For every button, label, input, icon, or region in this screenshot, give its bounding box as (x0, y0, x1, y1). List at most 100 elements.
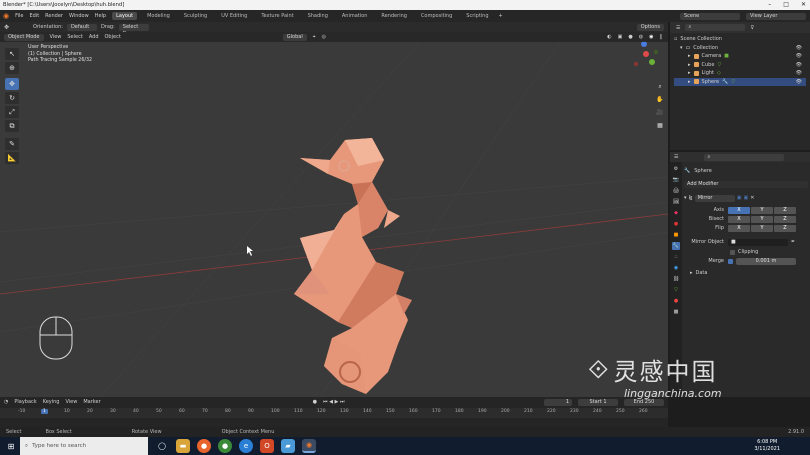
select-tool-icon[interactable]: ↖ (5, 48, 19, 60)
scene-selector[interactable]: Scene (680, 12, 740, 20)
tab-rendering[interactable]: Rendering (377, 12, 411, 20)
grid-toggle-icon[interactable]: ▦ (655, 121, 665, 131)
shading-solid-icon[interactable]: ● (628, 34, 632, 40)
timeline-menu-keying[interactable]: Keying (43, 399, 60, 405)
tool-tab-icon[interactable]: ⚙ (672, 165, 680, 173)
snap-icon[interactable]: ⌖ (313, 34, 316, 40)
timeline-menu-view[interactable]: View (65, 399, 77, 405)
annotate-tool-icon[interactable]: ✎ (5, 138, 19, 150)
menu-file[interactable]: File (15, 13, 23, 19)
file-explorer-icon[interactable]: ▬ (176, 439, 190, 453)
transform-orientation-dropdown[interactable]: Global (282, 33, 307, 41)
visibility-eye-icon[interactable]: 👁 (796, 70, 802, 76)
drag-dropdown[interactable]: Select Box (118, 23, 149, 37)
viewport-menu-object[interactable]: Object (105, 34, 121, 40)
data-subpanel[interactable]: ▸ Data (684, 270, 808, 276)
orientation-dropdown[interactable]: Default (66, 23, 97, 31)
mirror-object-field[interactable]: ■ (728, 238, 788, 246)
chevron-right-icon[interactable]: ▸ (690, 270, 693, 276)
eyedropper-icon[interactable]: ✒ (791, 239, 795, 245)
view-layer-tab-icon[interactable]: 🖼 (672, 198, 680, 206)
cursor-tool-icon[interactable]: ⊕ (5, 62, 19, 74)
physics-tab-icon[interactable]: ◉ (672, 264, 680, 272)
chevron-down-icon[interactable]: ▾ (680, 45, 683, 51)
tab-shading[interactable]: Shading (304, 12, 332, 20)
bisect-y-toggle[interactable]: Y (751, 215, 773, 223)
playback-controls[interactable]: ⏮ ◀ ▶ ⏭ (323, 399, 344, 405)
current-frame-input[interactable]: 1 (544, 398, 572, 406)
menu-render[interactable]: Render (45, 13, 63, 19)
flip-y-toggle[interactable]: Y (751, 224, 773, 232)
shading-material-icon[interactable]: ◍ (639, 34, 643, 40)
modifier-tab-icon[interactable]: 🔧 (672, 242, 680, 250)
shading-rendered-icon[interactable]: ◉ (649, 34, 653, 40)
edit-mode-toggle-icon[interactable]: ▣ (737, 195, 742, 201)
record-icon[interactable]: ● (313, 399, 317, 405)
bisect-x-toggle[interactable]: X (728, 215, 750, 223)
modifier-name-input[interactable]: Mirror (694, 194, 735, 202)
measure-tool-icon[interactable]: 📐 (5, 152, 19, 164)
timeline-menu-marker[interactable]: Marker (83, 399, 100, 405)
menu-help[interactable]: Help (95, 13, 106, 19)
transform-tool-icon[interactable]: ⧉ (5, 120, 19, 132)
edge-icon[interactable]: e (239, 439, 253, 453)
chevron-down-icon[interactable]: ▾ (684, 195, 687, 201)
scale-tool-icon[interactable]: ⤢ (5, 106, 19, 118)
merge-distance-input[interactable]: 0.001 m (736, 257, 796, 265)
outliner-search-input[interactable]: ⌕ (685, 24, 746, 31)
tab-modeling[interactable]: Modeling (143, 12, 174, 20)
tab-scripting[interactable]: Scripting (462, 12, 492, 20)
chrome-icon[interactable]: ● (218, 439, 232, 453)
windows-start-icon[interactable]: ⊞ (2, 442, 20, 451)
system-clock[interactable]: 6:08 PM 3/11/2021 (754, 439, 780, 453)
rotate-tool-icon[interactable]: ↻ (5, 92, 19, 104)
outliner-scene-collection[interactable]: ▫ Scene Collection (674, 35, 806, 44)
visibility-eye-icon[interactable]: 👁 (796, 62, 802, 68)
chevron-right-icon[interactable]: ▸ (688, 79, 691, 85)
scene-tab-icon[interactable]: ◆ (672, 209, 680, 217)
move-tool-icon[interactable]: ✥ (5, 78, 19, 90)
taskbar-search-input[interactable]: ⌕ Type here to search (20, 437, 148, 455)
outliner-item-camera[interactable]: ▸ Camera ■ 👁 (674, 52, 806, 61)
outliner-item-sphere[interactable]: ▸ Sphere 🔧 ▽ 👁 (674, 77, 806, 86)
proportional-edit-icon[interactable]: ◎ (322, 34, 326, 40)
texture-tab-icon[interactable]: ▩ (672, 308, 680, 316)
outliner-item-light[interactable]: ▸ Light ◇ 👁 (674, 69, 806, 78)
firefox-icon[interactable]: ● (197, 439, 211, 453)
tab-animation[interactable]: Animation (338, 12, 372, 20)
add-workspace-button[interactable]: + (499, 13, 503, 19)
zoom-icon[interactable]: ⌕ (655, 82, 665, 92)
outliner-item-cube[interactable]: ▸ Cube ▽ 👁 (674, 61, 806, 70)
axis-y-toggle[interactable]: Y (751, 206, 773, 214)
overlay-icon[interactable]: ◐ (607, 34, 611, 40)
seahorse-model[interactable] (294, 138, 412, 394)
tool-icon[interactable]: ✥ (4, 24, 9, 31)
tab-texture-paint[interactable]: Texture Paint (257, 12, 297, 20)
xray-icon[interactable]: ▣ (618, 34, 623, 40)
3d-viewport[interactable]: Object Mode View Select Add Object Globa… (0, 32, 668, 397)
viewport-menu-add[interactable]: Add (89, 34, 99, 40)
flip-x-toggle[interactable]: X (728, 224, 750, 232)
tab-compositing[interactable]: Compositing (417, 12, 456, 20)
minimize-icon[interactable]: – (768, 1, 771, 8)
timeline-menu-playback[interactable]: Playback (14, 399, 36, 405)
data-tab-icon[interactable]: ▽ (672, 286, 680, 294)
tab-uv-editing[interactable]: UV Editing (217, 12, 251, 20)
properties-search-input[interactable]: ⌕ (704, 153, 785, 161)
blender-taskbar-icon[interactable]: ◉ (302, 439, 316, 453)
outliner-collection[interactable]: ▾ ▭ Collection 👁 (674, 44, 806, 53)
frame-ruler[interactable]: -10 1 10 20 30 40 50 60 70 80 90 100 110 120 130 140 150… (0, 408, 668, 418)
menu-edit[interactable]: Edit (29, 13, 39, 19)
flip-z-toggle[interactable]: Z (774, 224, 796, 232)
constraints-tab-icon[interactable]: ⛓ (672, 275, 680, 283)
visibility-eye-icon[interactable]: 👁 (796, 79, 802, 85)
office-icon[interactable]: O (260, 439, 274, 453)
pan-hand-icon[interactable]: ✋ (655, 95, 665, 105)
axis-x-toggle[interactable]: X (728, 206, 750, 214)
viewport-menu-select[interactable]: Select (67, 34, 82, 40)
chevron-right-icon[interactable]: ▸ (688, 53, 691, 59)
view-layer-selector[interactable]: View Layer (746, 12, 806, 20)
object-tab-icon[interactable]: ■ (672, 231, 680, 239)
render-toggle-icon[interactable]: ▣ (743, 195, 748, 201)
maximize-icon[interactable]: □ (783, 1, 789, 8)
